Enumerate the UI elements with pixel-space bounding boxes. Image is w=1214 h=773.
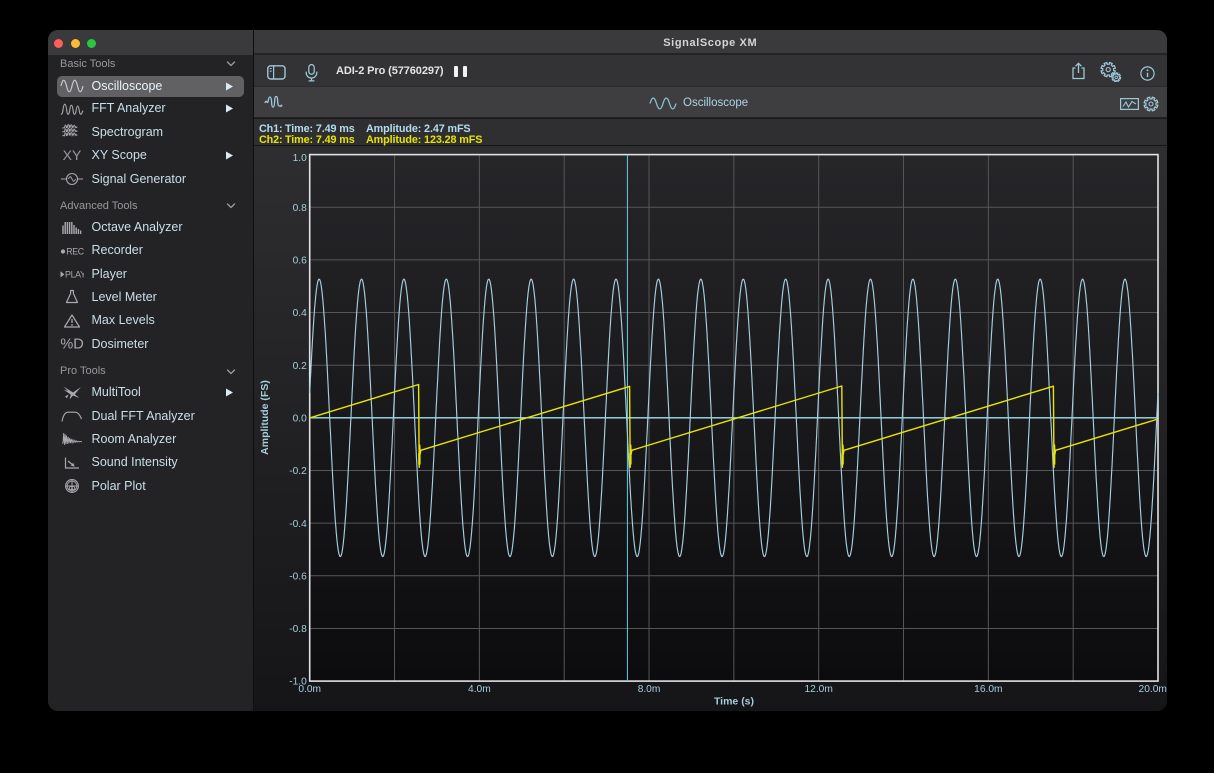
- svg-text:4.0m: 4.0m: [468, 684, 491, 695]
- svg-text:-0.8: -0.8: [289, 624, 307, 635]
- svg-text:0.6: 0.6: [293, 256, 307, 267]
- svg-text:0.2: 0.2: [293, 361, 307, 372]
- svg-text:12.0m: 12.0m: [805, 684, 833, 695]
- svg-text:XY: XY: [63, 147, 82, 163]
- svg-text:PLAY: PLAY: [65, 270, 84, 280]
- svg-text:%D: %D: [60, 336, 83, 352]
- svg-text:-0.6: -0.6: [289, 571, 307, 582]
- svg-text:Amplitude (FS): Amplitude (FS): [259, 380, 271, 455]
- svg-text:16.0m: 16.0m: [974, 684, 1002, 695]
- svg-text:0.0m: 0.0m: [298, 684, 321, 695]
- svg-text:0.0: 0.0: [293, 413, 307, 424]
- svg-text:20.0m: 20.0m: [1139, 684, 1167, 695]
- svg-text:1.0: 1.0: [293, 153, 307, 164]
- svg-text:Time (s): Time (s): [714, 696, 754, 708]
- svg-text:REC: REC: [66, 246, 84, 256]
- svg-text:0.4: 0.4: [293, 308, 307, 319]
- svg-text:-0.4: -0.4: [289, 519, 307, 530]
- svg-text:-0.2: -0.2: [289, 466, 307, 477]
- svg-text:8.0m: 8.0m: [638, 684, 661, 695]
- svg-text:0.8: 0.8: [293, 203, 307, 214]
